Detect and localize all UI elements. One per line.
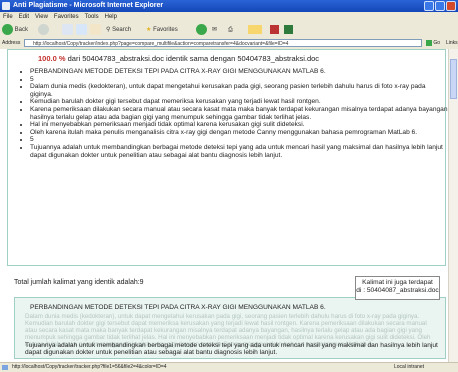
- list-item: Kemudian barulah dokter gigi tersebut da…: [30, 98, 450, 106]
- forward-arrow-icon: [38, 24, 49, 35]
- list-item: Dalam dunia medis (kedokteran), untuk da…: [30, 83, 450, 98]
- tooltip-line-2: di : 50404087_abstraksi.doc: [356, 287, 439, 294]
- menu-tools[interactable]: Tools: [82, 12, 102, 22]
- page-content: 100.0 % dari 50404783_abstraksi.doc iden…: [0, 49, 449, 362]
- go-button[interactable]: Go: [426, 39, 444, 48]
- menu-edit[interactable]: Edit: [16, 12, 32, 22]
- compare-box: PERBANDINGAN METODE DETEKSI TEPI PADA CI…: [14, 297, 446, 359]
- menu-bar: File Edit View Favorites Tools Help: [0, 12, 458, 22]
- search-button[interactable]: ⚲ Search: [106, 24, 131, 36]
- print-button[interactable]: ⎙: [228, 24, 233, 36]
- home-button[interactable]: [90, 24, 101, 36]
- stop-icon: [62, 24, 73, 35]
- result-box: 100.0 % dari 50404783_abstraksi.doc iden…: [7, 49, 449, 266]
- search-icon: ⚲: [106, 27, 111, 33]
- page-icon: [2, 365, 8, 370]
- compare-tujuan-text[interactable]: Tujuannya adalah untuk membandingkan ber…: [25, 342, 440, 356]
- refresh-icon: [76, 24, 87, 35]
- stop-button[interactable]: [62, 24, 73, 36]
- folder-icon: [248, 24, 262, 34]
- close-button[interactable]: [446, 1, 456, 11]
- minimize-button[interactable]: [424, 1, 434, 11]
- star-icon: ★: [146, 27, 152, 33]
- address-label: Address: [2, 40, 21, 46]
- forward-button[interactable]: [38, 24, 49, 36]
- menu-file[interactable]: File: [0, 12, 16, 22]
- print-icon: ⎙: [228, 27, 233, 33]
- toolbar: Back ⚲ Search ★ Favorites ✉ ⎙: [0, 22, 458, 39]
- list-item: 5: [30, 76, 450, 84]
- home-icon: [90, 24, 101, 35]
- discuss-button[interactable]: [270, 24, 279, 36]
- maximize-button[interactable]: [435, 1, 445, 11]
- tooltip: Kalimat ini juga terdapat di : 50404087_…: [355, 276, 440, 300]
- mail-icon: ✉: [212, 27, 218, 33]
- window-controls: [424, 1, 456, 11]
- compare-title: PERBANDINGAN METODE DETEKSI TEPI PADA CI…: [30, 304, 326, 311]
- tooltip-line-1: Kalimat ini juga terdapat: [362, 279, 433, 286]
- favorites-button[interactable]: ★ Favorites: [146, 24, 178, 36]
- list-item: PERBANDINGAN METODE DETEKSI TEPI PADA CI…: [30, 68, 450, 76]
- list-item: Hal ini menyebabkan pemeriksaan menjadi …: [30, 121, 450, 129]
- similarity-line: 100.0 % dari 50404783_abstraksi.doc iden…: [38, 54, 319, 63]
- address-input[interactable]: http://localhost/Copy/tracker/index.php?…: [24, 39, 422, 47]
- scrollbar-thumb[interactable]: [450, 59, 457, 99]
- list-item: Tujuannya adalah untuk membandingkan ber…: [30, 144, 450, 159]
- messenger-icon: [284, 24, 293, 34]
- list-item: Oleh karena itulah maka penulis menganal…: [30, 129, 450, 137]
- links-label[interactable]: Links: [446, 38, 458, 49]
- list-item: 5: [30, 136, 450, 144]
- go-arrow-icon: [426, 39, 432, 46]
- similarity-percent: 100.0 %: [38, 54, 66, 63]
- mail-button[interactable]: ✉: [212, 24, 217, 36]
- messenger-button[interactable]: [284, 24, 293, 36]
- ie-icon: [2, 2, 10, 10]
- history-icon: [196, 24, 207, 35]
- menu-view[interactable]: View: [32, 12, 51, 22]
- back-arrow-icon: [2, 24, 13, 35]
- similarity-text: dari 50404783_abstraksi.doc identik sama…: [67, 54, 320, 63]
- vertical-scrollbar[interactable]: [448, 49, 458, 362]
- back-button[interactable]: Back: [2, 24, 28, 36]
- window-title: Anti Plagiatisme - Microsoft Internet Ex…: [13, 2, 164, 9]
- discuss-icon: [270, 24, 279, 34]
- refresh-button[interactable]: [76, 24, 87, 36]
- title-bar: Anti Plagiatisme - Microsoft Internet Ex…: [0, 0, 458, 12]
- menu-favorites[interactable]: Favorites: [51, 12, 82, 22]
- edit-button[interactable]: [248, 24, 262, 36]
- list-item: Karena pemeriksaan dilakukan secara manu…: [30, 106, 450, 121]
- history-button[interactable]: [196, 24, 207, 36]
- sentence-list: PERBANDINGAN METODE DETEKSI TEPI PADA CI…: [20, 68, 450, 159]
- menu-help[interactable]: Help: [102, 12, 120, 22]
- total-identical-count: Total jumlah kalimat yang identik adalah…: [14, 279, 144, 286]
